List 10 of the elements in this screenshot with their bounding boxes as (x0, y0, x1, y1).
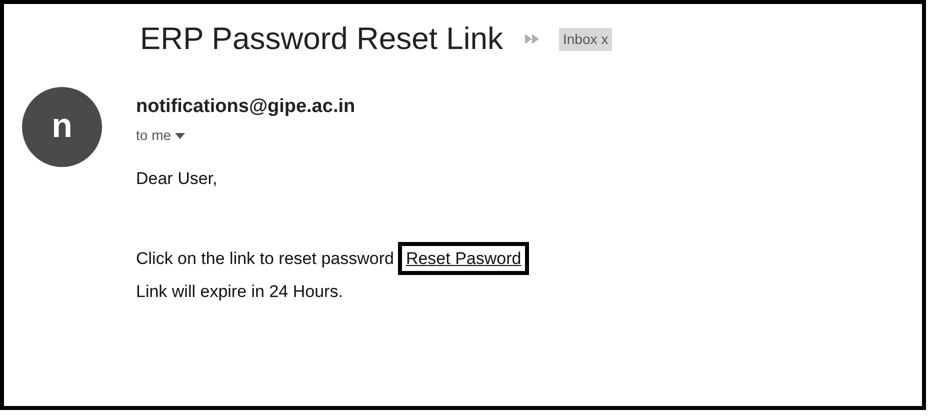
greeting-text: Dear User, (136, 168, 218, 190)
caret-icon (175, 132, 186, 139)
expiry-text: Link will expire in 24 Hours. (136, 281, 344, 304)
inbox-label[interactable]: Inbox x (558, 28, 612, 51)
recipient-dropdown[interactable]: to me (136, 125, 186, 146)
email-subject: ERP Password Reset Link (140, 20, 503, 58)
sender-address: notifications@gipe.ac.in (136, 94, 356, 119)
instruction-sentence: Click on the link to reset password Reset Pasword (136, 242, 530, 276)
reset-password-link[interactable]: Reset Pasword (398, 242, 530, 276)
sender-avatar: n (22, 86, 102, 167)
